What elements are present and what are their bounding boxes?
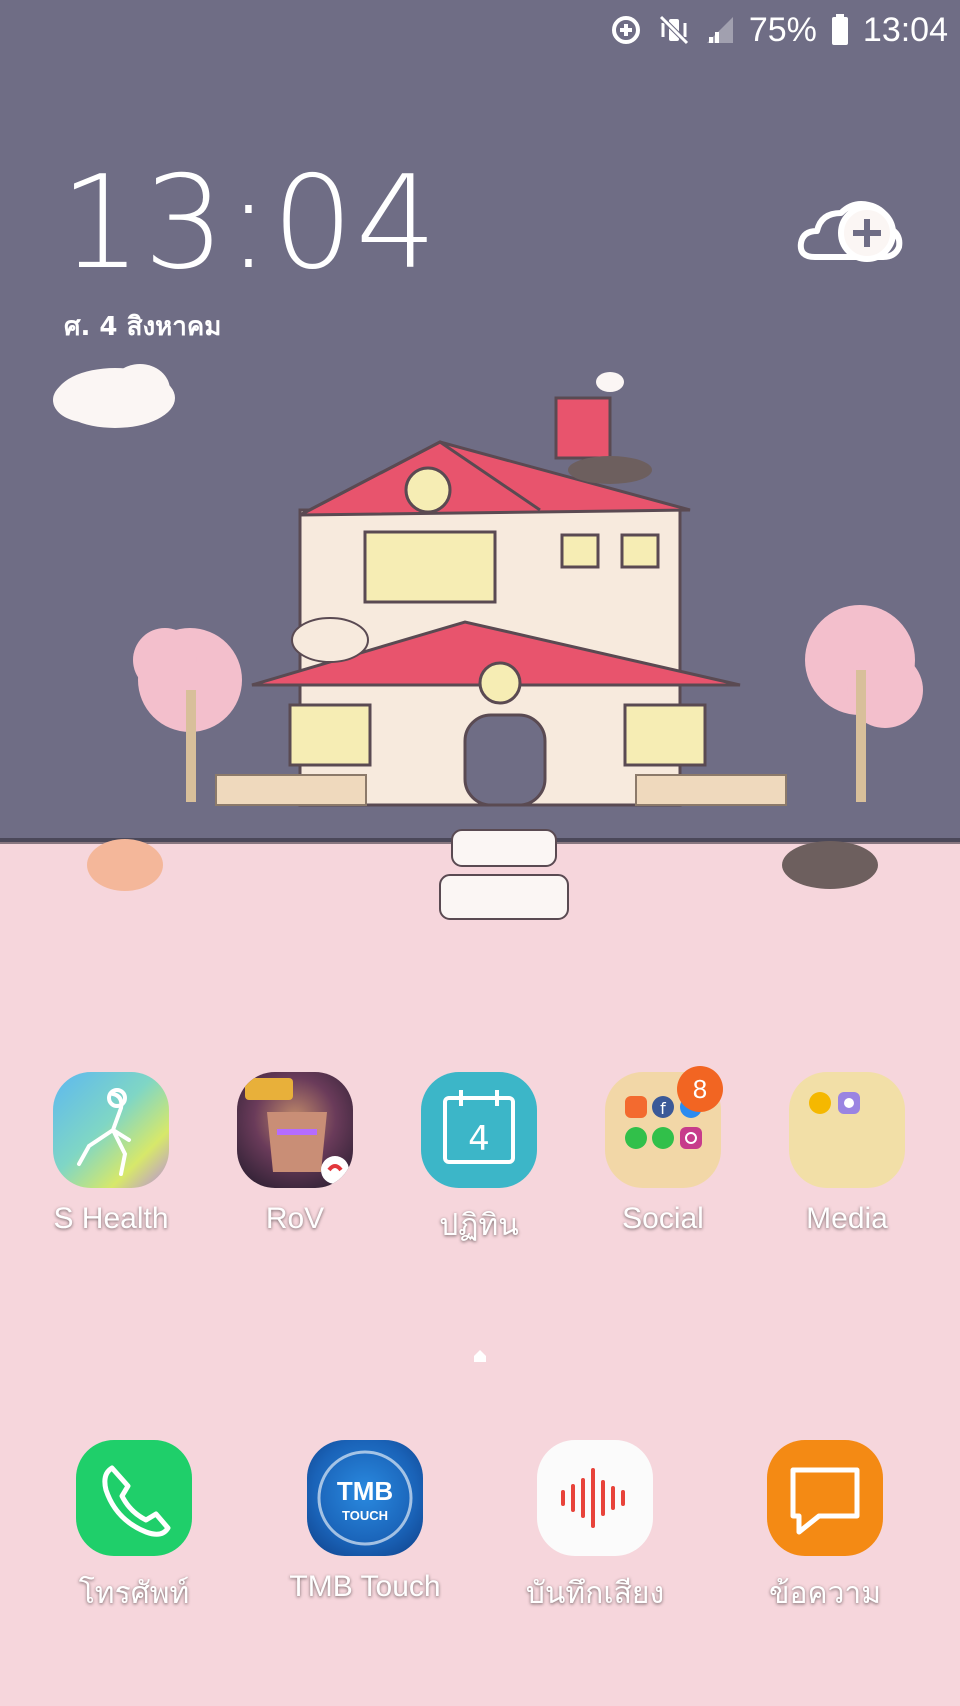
data-saver-icon	[611, 16, 640, 44]
dock-phone[interactable]: โทรศัพท์	[49, 1440, 219, 1617]
app-label: ข้อความ	[768, 1577, 882, 1610]
app-rov[interactable]: RoV	[210, 1072, 380, 1236]
dock-messages[interactable]: ข้อความ	[740, 1440, 910, 1617]
app-label: RoV	[265, 1202, 325, 1235]
app-label: Media	[806, 1202, 888, 1235]
add-weather-icon[interactable]	[795, 195, 905, 270]
phone-icon	[76, 1440, 192, 1556]
tmb-touch-icon: TMB TOUCH	[307, 1440, 423, 1556]
status-bar: 75% 13:04	[609, 10, 948, 50]
app-label: TMB Touch	[289, 1570, 441, 1603]
folder-media[interactable]: Media	[762, 1072, 932, 1236]
media-folder-icon	[789, 1072, 905, 1188]
home-page-indicator-icon[interactable]	[473, 1349, 487, 1363]
tmb-logo-text: TMB	[337, 1476, 393, 1506]
app-calendar[interactable]: 4 ปฏิทิน	[394, 1072, 564, 1249]
app-s-health[interactable]: S Health	[26, 1072, 196, 1236]
wallpaper-illustration	[53, 364, 923, 920]
signal-icon	[706, 17, 733, 43]
folder-social[interactable]: f 8 Social	[578, 1066, 748, 1236]
clock-widget-time[interactable]: 13:04	[60, 160, 439, 288]
voice-recorder-icon	[537, 1440, 653, 1556]
status-time: 13:04	[862, 10, 948, 49]
notification-badge: 8	[677, 1066, 723, 1112]
tmb-logo-subtext: TOUCH	[342, 1508, 388, 1523]
svg-text:f: f	[660, 1099, 666, 1118]
app-label: ปฏิทิน	[439, 1209, 519, 1242]
app-label: บันทึกเสียง	[525, 1577, 665, 1610]
social-folder-icon: f 8	[605, 1066, 723, 1188]
app-label: S Health	[53, 1202, 169, 1235]
calendar-icon: 4	[421, 1072, 537, 1188]
vibrate-icon	[659, 15, 689, 45]
dock-tmb-touch[interactable]: TMB TOUCH TMB Touch	[280, 1440, 450, 1604]
calendar-day: 4	[468, 1119, 490, 1159]
app-label: โทรศัพท์	[78, 1577, 190, 1610]
battery-icon	[831, 14, 848, 45]
messages-icon	[767, 1440, 883, 1556]
s-health-icon	[53, 1072, 169, 1188]
battery-percent: 75%	[748, 10, 817, 49]
app-label: Social	[622, 1202, 704, 1235]
clock-widget-date[interactable]: ศ. 4 สิงหาคม	[64, 306, 221, 347]
rov-game-icon	[237, 1072, 353, 1188]
dock-voice-recorder[interactable]: บันทึกเสียง	[510, 1440, 680, 1617]
